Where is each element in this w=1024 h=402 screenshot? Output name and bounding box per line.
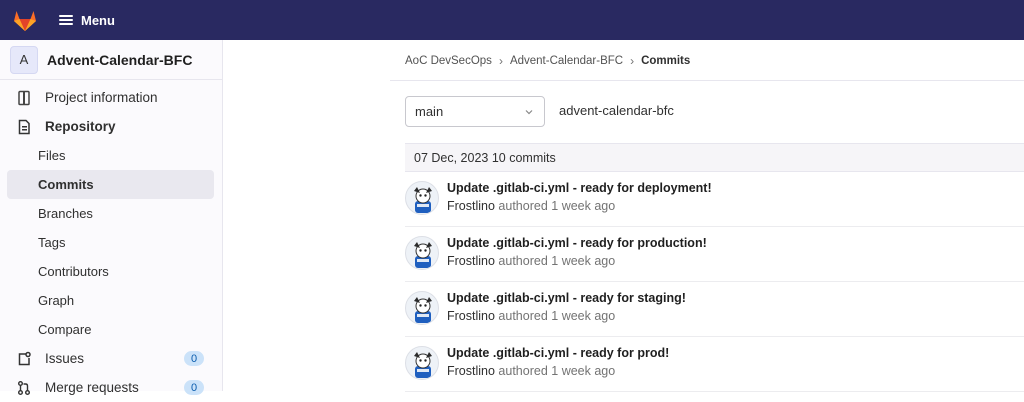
sidebar-item-label: Graph (38, 293, 75, 308)
author-avatar[interactable] (405, 236, 439, 270)
sidebar-item-project-information[interactable]: Project information (7, 83, 214, 112)
sidebar-item-label: Branches (38, 206, 93, 221)
commit-author[interactable]: Frostlino (447, 199, 495, 213)
commit-action: authored (498, 254, 548, 268)
commit-title[interactable]: Update .gitlab-ci.yml - ready for stagin… (447, 291, 686, 305)
info-icon (18, 90, 30, 106)
merge-requests-count-badge: 0 (184, 380, 204, 395)
commit-meta: Frostlino authored 1 week ago (447, 254, 615, 268)
repository-path-link[interactable]: advent-calendar-bfc (559, 103, 674, 118)
sidebar-item-merge-requests[interactable]: Merge requests 0 (7, 373, 214, 402)
sidebar-nav: Project information Repository Files Com… (0, 83, 222, 402)
sidebar: A Advent-Calendar-BFC Project informatio… (0, 40, 223, 395)
author-avatar[interactable] (405, 181, 439, 215)
sidebar-item-label: Merge requests (45, 380, 139, 395)
commit-day-header: 07 Dec, 2023 10 commits (405, 143, 1024, 172)
frostlino-avatar-icon (414, 187, 432, 213)
sidebar-item-issues[interactable]: Issues 0 (7, 344, 214, 373)
commit-row: Update .gitlab-ci.yml - ready for deploy… (405, 172, 1024, 227)
commit-action: authored (498, 364, 548, 378)
sidebar-item-label: Issues (45, 351, 85, 366)
commit-meta: Frostlino authored 1 week ago (447, 199, 615, 213)
project-name: Advent-Calendar-BFC (47, 51, 193, 68)
commit-list: Update .gitlab-ci.yml - ready for deploy… (405, 172, 1024, 392)
commit-time: 1 week ago (551, 309, 616, 323)
breadcrumb-current[interactable]: Commits (641, 55, 690, 67)
sidebar-item-label: Contributors (38, 264, 109, 279)
commit-title[interactable]: Update .gitlab-ci.yml - ready for produc… (447, 236, 707, 250)
issues-icon (18, 351, 31, 366)
issues-count-badge: 0 (184, 351, 204, 366)
project-avatar: A (10, 45, 38, 74)
top-bar: Menu (0, 0, 1024, 40)
branch-dropdown-value: main (415, 104, 444, 119)
commit-time: 1 week ago (551, 254, 616, 268)
author-avatar[interactable] (405, 291, 439, 325)
breadcrumb-group-link[interactable]: AoC DevSecOps (405, 55, 492, 67)
author-avatar[interactable] (405, 346, 439, 380)
menu-button[interactable]: Menu (55, 6, 119, 34)
commit-row: Update .gitlab-ci.yml - ready for stagin… (405, 282, 1024, 337)
commit-author[interactable]: Frostlino (447, 364, 495, 378)
chevron-right-icon: › (498, 54, 503, 68)
sidebar-item-contributors[interactable]: Contributors (7, 257, 214, 286)
commit-row: Update .gitlab-ci.yml - ready for prod! … (405, 337, 1024, 392)
merge-request-icon (18, 381, 30, 395)
commit-meta: Frostlino authored 1 week ago (447, 309, 615, 323)
frostlino-avatar-icon (414, 242, 432, 268)
repository-icon (18, 119, 30, 135)
breadcrumb-project-link[interactable]: Advent-Calendar-BFC (510, 55, 623, 67)
sidebar-item-graph[interactable]: Graph (7, 286, 214, 315)
sidebar-item-label: Commits (38, 177, 94, 192)
branch-dropdown[interactable]: main (405, 96, 545, 127)
sidebar-item-label: Repository (45, 119, 116, 134)
commit-title[interactable]: Update .gitlab-ci.yml - ready for deploy… (447, 181, 712, 195)
menu-label: Menu (81, 12, 115, 28)
sidebar-item-label: Tags (38, 235, 66, 250)
sidebar-item-compare[interactable]: Compare (7, 315, 214, 344)
breadcrumb: AoC DevSecOps › Advent-Calendar-BFC › Co… (405, 54, 690, 68)
commit-time: 1 week ago (551, 364, 616, 378)
sidebar-item-branches[interactable]: Branches (7, 199, 214, 228)
sidebar-item-tags[interactable]: Tags (7, 228, 214, 257)
sidebar-item-label: Project information (45, 90, 158, 105)
sidebar-item-commits[interactable]: Commits (7, 170, 214, 199)
chevron-down-icon (525, 110, 533, 115)
commit-action: authored (498, 199, 548, 213)
sidebar-item-files[interactable]: Files (7, 141, 214, 170)
commit-title[interactable]: Update .gitlab-ci.yml - ready for prod! (447, 346, 669, 360)
commit-author[interactable]: Frostlino (447, 254, 495, 268)
project-header[interactable]: A Advent-Calendar-BFC (0, 40, 222, 80)
commit-row: Update .gitlab-ci.yml - ready for produc… (405, 227, 1024, 282)
gitlab-logo-icon[interactable] (12, 7, 38, 33)
frostlino-avatar-icon (414, 297, 432, 323)
sidebar-item-repository[interactable]: Repository (7, 112, 214, 141)
commit-action: authored (498, 309, 548, 323)
commit-meta: Frostlino authored 1 week ago (447, 364, 615, 378)
breadcrumb-divider (390, 80, 1024, 81)
sidebar-item-label: Files (38, 148, 66, 163)
frostlino-avatar-icon (414, 352, 432, 378)
sidebar-item-label: Compare (38, 322, 92, 337)
main-content: AoC DevSecOps › Advent-Calendar-BFC › Co… (224, 40, 1024, 392)
chevron-right-icon: › (630, 54, 635, 68)
commit-author[interactable]: Frostlino (447, 309, 495, 323)
commit-time: 1 week ago (551, 199, 616, 213)
hamburger-icon (59, 15, 73, 25)
